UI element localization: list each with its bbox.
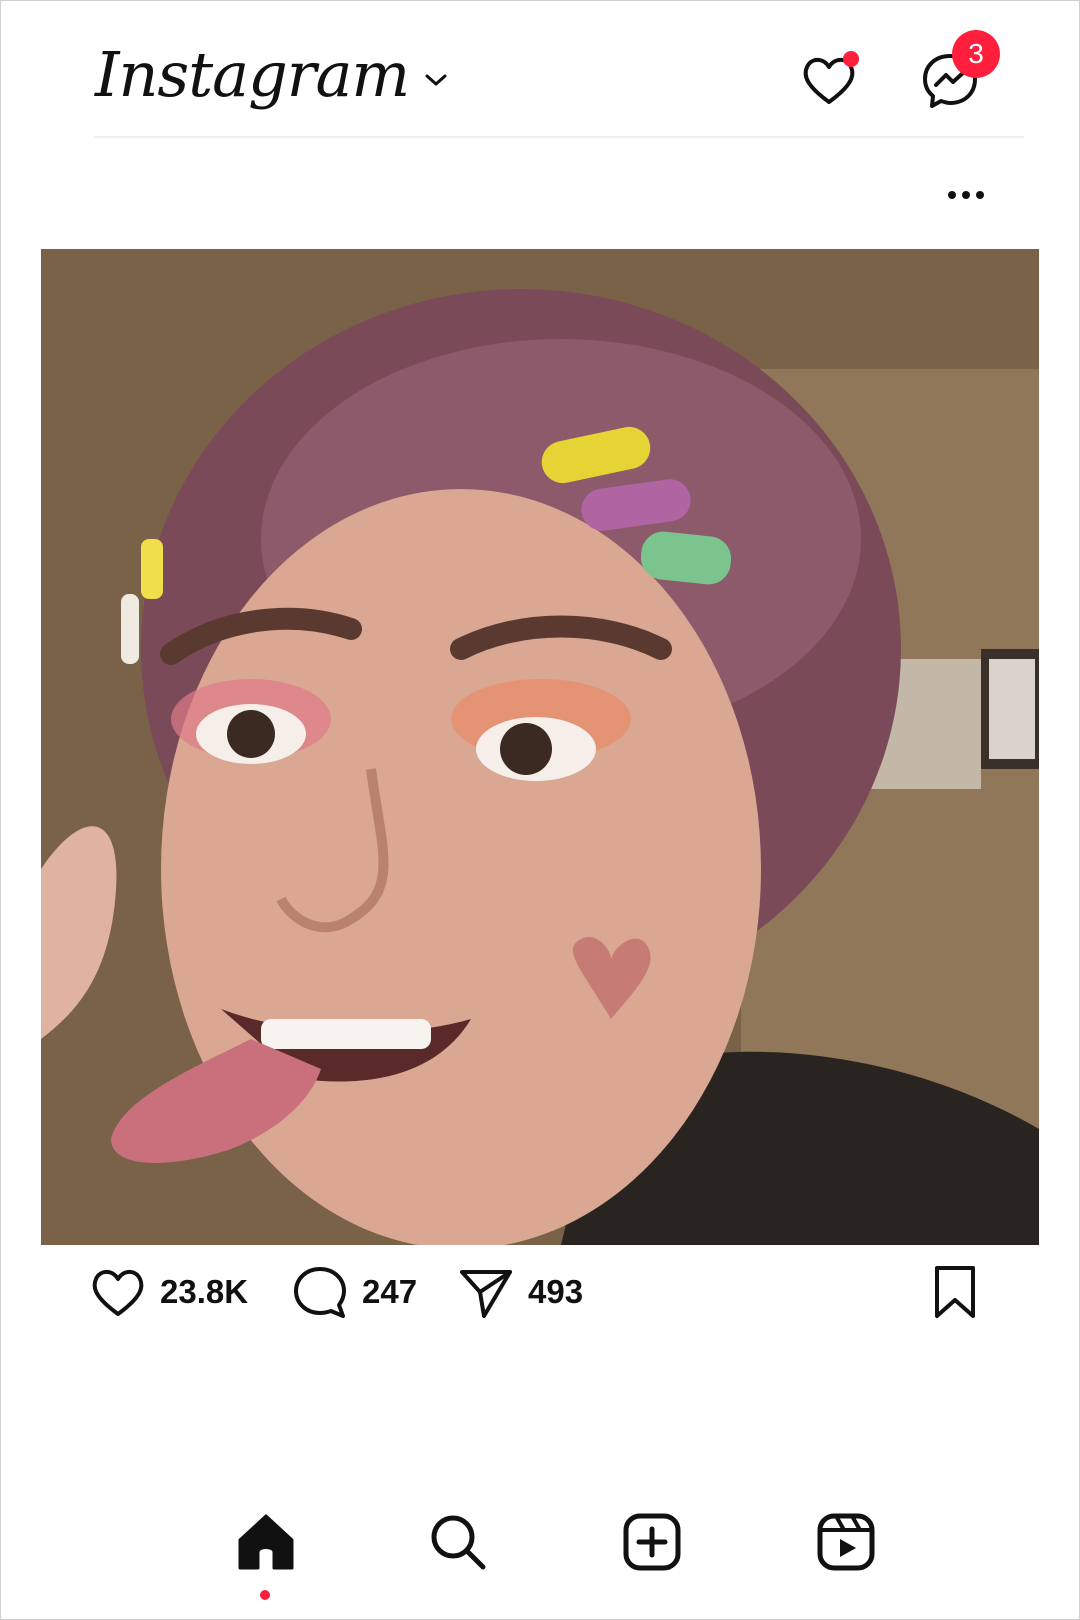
account-switcher[interactable]: Instagram	[95, 38, 449, 111]
bookmark-icon[interactable]	[925, 1262, 985, 1322]
home-icon[interactable]	[234, 1510, 298, 1574]
share-count: 493	[528, 1273, 584, 1310]
share-icon[interactable]	[456, 1262, 516, 1322]
post-photo-illustration	[41, 249, 1039, 1245]
like-group: 23.8K	[88, 1262, 248, 1322]
app-logo: Instagram	[95, 38, 410, 111]
header-divider	[94, 136, 1024, 138]
messages-badge: 3	[952, 30, 1000, 78]
post-image[interactable]	[41, 249, 1039, 1245]
notification-dot	[843, 51, 859, 67]
home-active-dot	[260, 1590, 270, 1600]
search-icon[interactable]	[426, 1510, 490, 1574]
top-bar: Instagram 3	[0, 0, 1080, 140]
heart-icon[interactable]	[88, 1262, 148, 1322]
share-group: 493	[456, 1262, 583, 1322]
comment-icon[interactable]	[290, 1262, 350, 1322]
create-icon[interactable]	[620, 1510, 684, 1574]
like-count: 23.8K	[160, 1273, 249, 1310]
more-icon[interactable]	[940, 180, 1000, 210]
chevron-down-icon	[425, 74, 447, 85]
comment-group: 247	[290, 1262, 417, 1322]
bottom-nav	[0, 1510, 1080, 1590]
post-actions: 23.8K 247 493	[0, 1262, 1080, 1332]
reels-icon[interactable]	[814, 1510, 878, 1574]
comment-count: 247	[362, 1273, 418, 1310]
